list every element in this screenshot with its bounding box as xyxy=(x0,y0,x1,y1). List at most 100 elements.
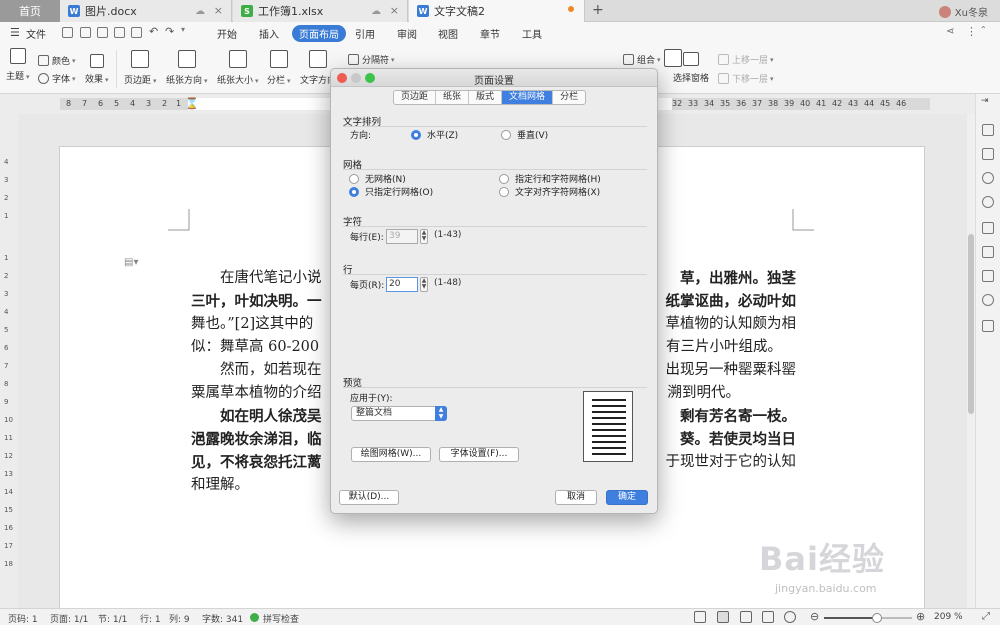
format-painter-icon[interactable] xyxy=(131,27,142,38)
lock-icon[interactable] xyxy=(982,246,994,258)
selection-pane-button[interactable]: 选择窗格 xyxy=(673,52,709,84)
image-icon[interactable] xyxy=(982,320,994,332)
shapes-icon[interactable] xyxy=(982,148,994,160)
outline-view-icon[interactable] xyxy=(740,611,752,623)
user-account[interactable]: Xu冬泉 xyxy=(938,4,988,19)
menu-page-layout[interactable]: 页面布局 xyxy=(292,25,346,42)
close-icon[interactable]: × xyxy=(390,4,399,17)
tab-columns[interactable]: 分栏 xyxy=(553,91,585,104)
location-icon[interactable] xyxy=(982,196,994,208)
tab-file-active[interactable]: W 文字文稿2 xyxy=(409,0,585,22)
zoom-slider-knob[interactable] xyxy=(871,613,882,623)
grid-align-chars-radio[interactable]: 文字对齐字符网格(X) xyxy=(499,185,600,198)
lines-per-page-input[interactable]: 20 xyxy=(386,277,418,292)
reading-mode-icon[interactable] xyxy=(784,611,796,623)
tab-home[interactable]: 首页 xyxy=(0,0,60,22)
menu-section[interactable]: 章节 xyxy=(480,26,500,41)
tab-margins[interactable]: 页边距 xyxy=(394,91,437,104)
zoom-level[interactable]: 209 % xyxy=(934,612,963,622)
chars-per-line-input[interactable]: 39 xyxy=(386,229,418,244)
status-word-count[interactable]: 字数: 341 xyxy=(202,612,243,625)
settings-sliders-icon[interactable] xyxy=(982,270,994,282)
margins-button[interactable]: 页边距 ▾ xyxy=(124,50,157,86)
grid-line-and-char-radio[interactable]: 指定行和字符网格(H) xyxy=(499,172,601,185)
close-icon[interactable]: × xyxy=(214,4,223,17)
print-icon[interactable] xyxy=(114,27,125,38)
radio-label: 文字对齐字符网格(X) xyxy=(515,188,601,198)
direction-horizontal-radio[interactable]: 水平(Z) xyxy=(411,128,458,141)
effect-button[interactable]: 效果 ▾ xyxy=(85,54,109,85)
menu-view[interactable]: 视图 xyxy=(438,26,458,41)
spellcheck-button[interactable]: 拼写检查 xyxy=(263,612,299,625)
status-section[interactable]: 节: 1/1 xyxy=(98,612,127,625)
edit-icon[interactable] xyxy=(982,124,994,136)
history-icon[interactable] xyxy=(982,294,994,306)
tab-file-xlsx[interactable]: S 工作簿1.xlsx ☁ × xyxy=(233,0,408,22)
status-row[interactable]: 行: 1 xyxy=(140,612,161,625)
hamburger-icon[interactable]: ☰ xyxy=(10,26,20,39)
vruler-number: 2 xyxy=(4,194,9,202)
dialog-titlebar[interactable]: 页面设置 xyxy=(331,69,657,87)
print-preview-icon[interactable] xyxy=(97,27,108,38)
theme-button[interactable]: 主题 ▾ xyxy=(6,48,30,82)
default-button[interactable]: 默认(D)... xyxy=(339,490,399,505)
direction-vertical-radio[interactable]: 垂直(V) xyxy=(501,128,548,141)
save-icon[interactable] xyxy=(62,27,73,38)
collapse-sidebar-icon[interactable]: ⇥ xyxy=(981,96,989,106)
send-backward-button[interactable]: 下移一层 ▾ xyxy=(718,72,774,85)
export-icon[interactable] xyxy=(80,27,91,38)
paragraph-layout-icon[interactable]: ▤▾ xyxy=(124,257,138,268)
zoom-slider[interactable] xyxy=(824,613,912,623)
tab-paper[interactable]: 纸张 xyxy=(436,91,470,104)
fit-window-icon[interactable]: ⤢ xyxy=(982,611,990,622)
cancel-button[interactable]: 取消 xyxy=(555,490,597,505)
paper-size-button[interactable]: 纸张大小 ▾ xyxy=(217,50,259,86)
bring-forward-button[interactable]: 上移一层 ▾ xyxy=(718,53,774,66)
status-column[interactable]: 列: 9 xyxy=(169,612,190,625)
status-page-number[interactable]: 页码: 1 xyxy=(8,612,38,625)
menu-tools[interactable]: 工具 xyxy=(522,26,542,41)
font-settings-button[interactable]: 字体设置(F)... xyxy=(439,447,519,462)
orientation-button[interactable]: 纸张方向 ▾ xyxy=(166,50,208,86)
apply-to-select[interactable]: 整篇文档 ▲ ▼ xyxy=(351,406,447,421)
lines-per-page-stepper[interactable]: ▲ ▼ xyxy=(420,277,428,292)
tab-document-grid[interactable]: 文档网格 xyxy=(502,91,554,104)
more-icon[interactable]: ▾ xyxy=(181,25,185,34)
scroll-thumb[interactable] xyxy=(968,234,974,414)
web-view-icon[interactable] xyxy=(762,611,774,623)
separator-button[interactable]: 分隔符 ▾ xyxy=(348,53,395,66)
file-menu[interactable]: 文件 xyxy=(26,26,46,41)
draw-grid-button[interactable]: 绘图网格(W)... xyxy=(351,447,431,462)
redo-icon[interactable]: ↷ xyxy=(165,25,174,38)
status-pages[interactable]: 页面: 1/1 xyxy=(50,612,88,625)
page-view-icon[interactable] xyxy=(717,611,729,623)
share-icon[interactable]: ⋖ xyxy=(946,26,954,37)
color-button[interactable]: 颜色 ▾ xyxy=(38,54,76,67)
chars-per-line-stepper[interactable]: ▲ ▼ xyxy=(420,229,428,244)
radio-label: 水平(Z) xyxy=(427,131,459,141)
preview-line xyxy=(592,429,626,431)
menu-insert[interactable]: 插入 xyxy=(259,26,279,41)
indent-marker-icon[interactable]: ⌛ xyxy=(185,97,199,110)
ok-button[interactable]: 确定 xyxy=(606,490,648,505)
vertical-ruler[interactable]: 4 3 2 1 1 2 3 4 5 6 7 8 9 10 11 12 13 14… xyxy=(0,114,18,608)
menu-review[interactable]: 审阅 xyxy=(397,26,417,41)
collapse-ribbon-icon[interactable]: ⌃ xyxy=(980,25,987,34)
undo-icon[interactable]: ↶ xyxy=(149,25,158,38)
tab-file-docx[interactable]: W 图片.docx ☁ × xyxy=(60,0,232,22)
more-options-icon[interactable]: ⋮ xyxy=(966,25,977,38)
fullscreen-icon[interactable] xyxy=(694,611,706,623)
menu-references[interactable]: 引用 xyxy=(355,26,375,41)
add-tab-button[interactable]: + xyxy=(592,2,604,18)
zoom-out-icon[interactable]: ⊖ xyxy=(810,610,819,623)
zoom-in-icon[interactable]: ⊕ xyxy=(916,610,925,623)
select-cursor-icon[interactable] xyxy=(982,222,994,234)
tab-layout[interactable]: 版式 xyxy=(469,91,503,104)
style-icon[interactable] xyxy=(982,172,994,184)
grid-none-radio[interactable]: 无网格(N) xyxy=(349,172,406,185)
font-button[interactable]: 字体 ▾ xyxy=(38,72,76,85)
group-button[interactable]: 组合 ▾ xyxy=(623,53,661,66)
columns-button[interactable]: 分栏 ▾ xyxy=(267,50,291,86)
grid-line-only-radio[interactable]: 只指定行网格(O) xyxy=(349,185,433,198)
menu-home[interactable]: 开始 xyxy=(217,26,237,41)
